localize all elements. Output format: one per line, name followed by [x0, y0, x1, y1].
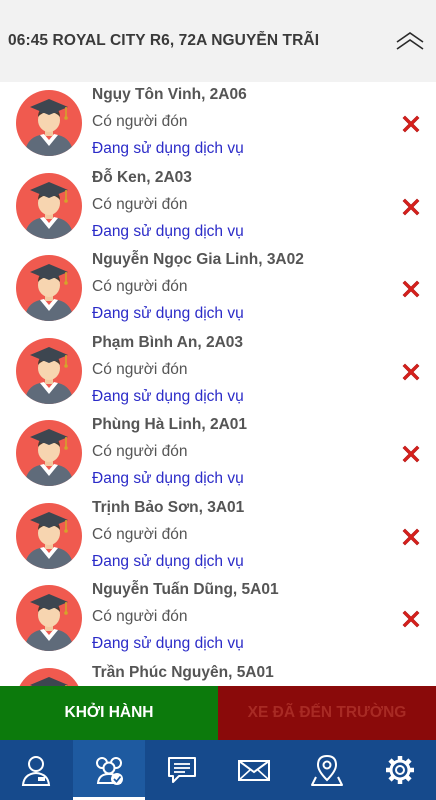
- arrived-at-school-button[interactable]: XE ĐÃ ĐẾN TRƯỜNG: [218, 686, 436, 740]
- pickup-status: Có người đón: [92, 278, 188, 295]
- graduate-avatar-icon: [24, 429, 74, 486]
- pickup-status: Có người đón: [92, 525, 188, 543]
- pickup-status: Có người đón: [92, 113, 188, 130]
- graduate-avatar-icon: [24, 594, 74, 651]
- close-x-icon: [402, 528, 420, 545]
- student-name: Nguyễn Ngọc Gia Linh, 3A02: [92, 251, 304, 268]
- graduate-avatar-icon: [24, 511, 74, 569]
- collapse-button[interactable]: [394, 27, 426, 55]
- remove-student-button[interactable]: [400, 278, 422, 300]
- student-profile-icon: [22, 756, 51, 786]
- service-status: Đang sử dụng dịch vụ: [92, 470, 244, 487]
- pickup-status: Có người đón: [92, 195, 188, 213]
- student-row[interactable]: Ngụy Tôn Vinh, 2A06 Có người đón Đang sử…: [0, 82, 436, 165]
- trip-header: 06:45 ROYAL CITY R6, 72A NGUYỄN TRÃI: [0, 0, 436, 82]
- student-avatar: [16, 502, 82, 569]
- service-status: Đang sử dụng dịch vụ: [92, 305, 244, 322]
- settings-gear-icon: [385, 756, 414, 784]
- bottom-navigation: [0, 740, 436, 800]
- service-status: Đang sử dụng dịch vụ: [92, 635, 244, 652]
- student-avatar: [16, 667, 82, 686]
- student-row[interactable]: Nguyễn Ngọc Gia Linh, 3A02 Có người đón …: [0, 247, 436, 330]
- close-x-icon: [402, 198, 420, 215]
- student-row[interactable]: Trần Phúc Nguyên, 5A01: [0, 660, 436, 686]
- student-avatar: [16, 255, 82, 321]
- close-x-icon: [402, 115, 420, 133]
- chevron-up-double-icon: [396, 32, 424, 50]
- student-name: Đỗ Ken, 2A03: [92, 168, 192, 186]
- nav-item-settings[interactable]: [363, 740, 436, 800]
- student-name: Trịnh Bảo Sơn, 3A01: [92, 498, 245, 516]
- service-status: Đang sử dụng dịch vụ: [92, 387, 244, 405]
- remove-student-button[interactable]: [400, 608, 422, 630]
- group-check-icon: [96, 757, 123, 785]
- graduate-avatar-icon: [24, 181, 74, 239]
- student-avatar: [16, 90, 82, 156]
- mail-icon: [238, 760, 271, 781]
- remove-student-button[interactable]: [400, 526, 422, 548]
- student-avatar: [16, 337, 82, 404]
- pickup-status: Có người đón: [92, 443, 188, 460]
- nav-item-messages[interactable]: [145, 740, 218, 800]
- remove-student-button[interactable]: [400, 196, 422, 218]
- student-avatar: [16, 172, 82, 239]
- depart-button[interactable]: KHỞI HÀNH: [0, 686, 218, 740]
- student-name: Trần Phúc Nguyên, 5A01: [92, 663, 274, 681]
- student-name: Phạm Bình An, 2A03: [92, 333, 244, 351]
- map-pin-icon: [311, 754, 344, 786]
- graduate-avatar-icon: [30, 676, 68, 686]
- graduate-avatar-icon: [24, 264, 74, 321]
- graduate-avatar-icon: [24, 346, 74, 404]
- student-row[interactable]: Đỗ Ken, 2A03 Có người đón Đang sử dụng d…: [0, 165, 436, 248]
- nav-item-mail[interactable]: [218, 740, 291, 800]
- nav-item-map[interactable]: [291, 740, 364, 800]
- close-x-icon: [402, 445, 420, 463]
- close-x-icon: [402, 280, 420, 298]
- student-row[interactable]: Trịnh Bảo Sơn, 3A01 Có người đón Đang sử…: [0, 495, 436, 578]
- action-bar: KHỞI HÀNH XE ĐÃ ĐẾN TRƯỜNG: [0, 686, 436, 740]
- remove-student-button[interactable]: [400, 443, 422, 465]
- student-name: Nguyễn Tuấn Dũng, 5A01: [92, 581, 279, 598]
- pickup-status: Có người đón: [92, 608, 188, 625]
- graduate-avatar-icon: [24, 99, 74, 156]
- nav-item-profile[interactable]: [0, 740, 73, 800]
- service-status: Đang sử dụng dịch vụ: [92, 552, 244, 570]
- student-list[interactable]: Ngụy Tôn Vinh, 2A06 Có người đón Đang sử…: [0, 82, 436, 686]
- pickup-status: Có người đón: [92, 360, 188, 378]
- chat-icon: [167, 757, 196, 783]
- remove-student-button[interactable]: [400, 361, 422, 383]
- student-name: Ngụy Tôn Vinh, 2A06: [92, 86, 247, 103]
- close-x-icon: [402, 610, 420, 628]
- remove-student-button[interactable]: [400, 113, 422, 135]
- student-name: Phùng Hà Linh, 2A01: [92, 416, 248, 433]
- student-avatar: [16, 585, 82, 651]
- student-row[interactable]: Phạm Bình An, 2A03 Có người đón Đang sử …: [0, 330, 436, 413]
- student-row[interactable]: Nguyễn Tuấn Dũng, 5A01 Có người đón Đang…: [0, 577, 436, 660]
- service-status: Đang sử dụng dịch vụ: [92, 140, 244, 157]
- nav-item-students[interactable]: [72, 740, 146, 800]
- service-status: Đang sử dụng dịch vụ: [92, 222, 244, 240]
- close-x-icon: [402, 363, 420, 380]
- student-avatar: [16, 420, 82, 486]
- student-row[interactable]: Phùng Hà Linh, 2A01 Có người đón Đang sử…: [0, 412, 436, 495]
- trip-title: 06:45 ROYAL CITY R6, 72A NGUYỄN TRÃI: [8, 32, 320, 49]
